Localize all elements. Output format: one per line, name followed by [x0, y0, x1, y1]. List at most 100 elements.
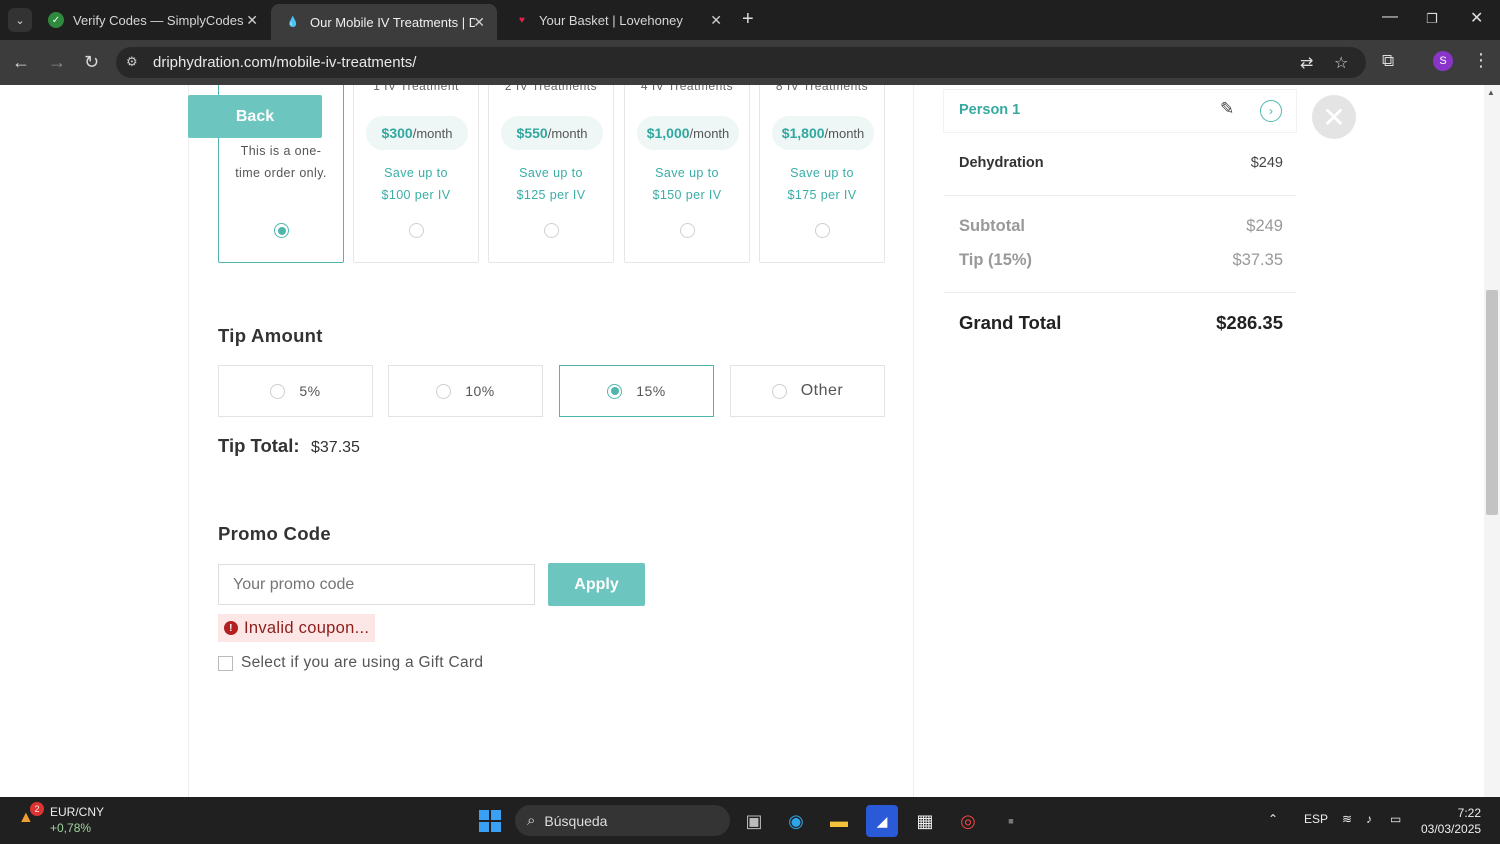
close-icon[interactable]: ✕ — [1312, 95, 1356, 139]
close-tab-icon[interactable]: ✕ — [246, 12, 258, 29]
browser-tab-bar: ⌄ ✓ Verify Codes — SimplyCodes ✕ 💧 Our M… — [0, 0, 1500, 40]
plan-card-4[interactable]: 4 IV Treatments $1,000/month Save up to $… — [624, 85, 750, 263]
battery-icon[interactable]: ▭ — [1390, 812, 1401, 826]
minimize-icon[interactable]: — — [1382, 8, 1398, 26]
file-explorer-icon[interactable]: ▬ — [823, 805, 855, 837]
plan-radio[interactable] — [544, 223, 559, 238]
close-window-icon[interactable]: ✕ — [1470, 8, 1483, 28]
back-arrow-icon[interactable]: ← — [12, 52, 30, 73]
plan-title: 4 IV Treatments — [640, 85, 734, 93]
scrollbar-thumb[interactable] — [1486, 290, 1498, 515]
bookmark-star-icon[interactable]: ☆ — [1334, 53, 1348, 73]
language-indicator[interactable]: ESP — [1304, 812, 1328, 826]
edge-browser-icon[interactable]: ◉ — [780, 805, 812, 837]
plan-radio[interactable] — [274, 223, 289, 238]
item-price: $249 — [1250, 155, 1283, 171]
summary-divider — [944, 292, 1296, 293]
plan-card-1[interactable]: 1 IV Treatment $300/month Save up to $100… — [353, 85, 479, 263]
person-name: Person 1 — [959, 102, 1021, 118]
tip-label: Tip (15%) — [959, 251, 1033, 269]
tip-radio[interactable] — [771, 383, 787, 399]
new-tab-button[interactable]: + — [742, 8, 754, 31]
tip-option-other[interactable]: Other — [730, 365, 885, 417]
volume-icon[interactable]: ♪ — [1366, 812, 1372, 826]
tab-title: Verify Codes — SimplyCodes — [73, 12, 243, 28]
tip-option-label: 5% — [299, 383, 321, 399]
plan-title: 1 IV Treatment — [373, 85, 459, 93]
grand-total-value: $286.35 — [1216, 312, 1283, 333]
start-windows-icon[interactable] — [474, 805, 506, 837]
chrome-icon[interactable]: ◎ — [952, 805, 984, 837]
clock-date: 03/03/2025 — [1421, 822, 1482, 836]
subtotal-row: Subtotal $249 — [959, 217, 1283, 236]
tab-verify-codes[interactable]: ✓ Verify Codes — SimplyCodes ✕ — [34, 4, 270, 36]
item-name: Dehydration — [959, 155, 1044, 171]
apply-button[interactable]: Apply — [548, 563, 645, 606]
chevron-right-icon[interactable]: › — [1260, 100, 1282, 122]
plan-card-8[interactable]: 8 IV Treatments $1,800/month Save up to $… — [759, 85, 885, 263]
tip-total-label: Tip Total: — [218, 435, 300, 456]
promo-code-input[interactable] — [218, 564, 535, 605]
gift-card-checkbox[interactable] — [218, 655, 233, 671]
subtotal-value: $249 — [1246, 217, 1283, 235]
plan-title: 8 IV Treatments — [775, 85, 869, 93]
scroll-up-arrow-icon[interactable]: ▲ — [1487, 88, 1495, 97]
translate-icon[interactable]: ⇄ — [1300, 53, 1313, 73]
simplycodes-icon: ✓ — [48, 12, 64, 28]
search-placeholder: Búsqueda — [544, 812, 608, 829]
gift-card-label: Select if you are using a Gift Card — [241, 654, 484, 671]
site-info-icon[interactable]: ⚙ — [126, 54, 138, 70]
grand-total-label: Grand Total — [959, 312, 1062, 333]
extensions-icon[interactable]: ⧉ — [1382, 51, 1394, 71]
widget-value: +0,78% — [50, 821, 92, 835]
summary-divider — [944, 195, 1296, 196]
plan-radio[interactable] — [409, 223, 424, 238]
tip-option-label: Other — [800, 382, 844, 399]
close-tab-icon[interactable]: ✕ — [473, 14, 485, 31]
plan-radio[interactable] — [815, 223, 830, 238]
clock-time: 7:22 — [1457, 806, 1481, 820]
widget-title: EUR/CNY — [50, 805, 105, 819]
tab-lovehoney[interactable]: ♥ Your Basket | Lovehoney ✕ — [500, 4, 734, 36]
tip-radio[interactable] — [607, 383, 623, 399]
back-button[interactable]: Back — [188, 95, 322, 138]
error-icon: ! — [224, 621, 238, 635]
app-icon[interactable]: ◢ — [866, 805, 898, 837]
tip-radio[interactable] — [270, 383, 286, 399]
wifi-icon[interactable]: ≋ — [1342, 812, 1352, 826]
forward-arrow-icon[interactable]: → — [48, 52, 66, 73]
task-view-icon[interactable]: ▣ — [738, 805, 770, 837]
tip-amount-heading: Tip Amount — [218, 325, 323, 346]
page-content: Back This is a one-time order only. 1 IV… — [0, 85, 1500, 797]
profile-avatar[interactable]: S — [1433, 51, 1453, 71]
menu-kebab-icon[interactable]: ⋮ — [1472, 50, 1490, 71]
gift-card-option[interactable]: Select if you are using a Gift Card — [218, 654, 483, 672]
system-clock[interactable]: 7:22 03/03/2025 — [1421, 805, 1481, 837]
tip-radio[interactable] — [436, 383, 452, 399]
subtotal-label: Subtotal — [959, 217, 1025, 235]
app-icon[interactable]: ▪ — [995, 805, 1027, 837]
windows-taskbar: ▲ 2 EUR/CNY +0,78% ⌕ Búsqueda ▣ ◉ ▬ ◢ ▦ … — [0, 797, 1500, 844]
tip-option-10[interactable]: 10% — [388, 365, 543, 417]
url-text[interactable]: driphydration.com/mobile-iv-treatments/ — [153, 54, 416, 71]
tip-option-label: 15% — [636, 383, 666, 399]
notification-badge: 2 — [30, 802, 44, 816]
store-icon[interactable]: ▦ — [909, 805, 941, 837]
plan-savings: Save up to $100 per IV — [381, 166, 451, 202]
tab-search-button[interactable]: ⌄ — [8, 8, 32, 32]
plan-card-2[interactable]: 2 IV Treatments $550/month Save up to $12… — [488, 85, 614, 263]
tab-drip-hydration[interactable]: 💧 Our Mobile IV Treatments | Drip ✕ — [271, 4, 497, 40]
reload-icon[interactable]: ↻ — [84, 52, 99, 73]
omnibox[interactable]: ⚙ driphydration.com/mobile-iv-treatments… — [116, 47, 1366, 78]
tip-option-15[interactable]: 15% — [559, 365, 714, 417]
plan-price: $550/month — [501, 116, 603, 150]
plan-savings: Save up to $175 per IV — [787, 166, 857, 202]
chevron-up-icon[interactable]: ⌃ — [1268, 812, 1278, 826]
pencil-icon[interactable]: ✎ — [1220, 99, 1234, 119]
tip-option-5[interactable]: 5% — [218, 365, 373, 417]
plan-radio[interactable] — [680, 223, 695, 238]
taskbar-search[interactable]: ⌕ Búsqueda — [515, 805, 730, 836]
widgets-button[interactable]: ▲ 2 EUR/CNY +0,78% — [18, 802, 105, 836]
restore-icon[interactable]: ❐ — [1426, 11, 1438, 27]
close-tab-icon[interactable]: ✕ — [710, 12, 722, 29]
